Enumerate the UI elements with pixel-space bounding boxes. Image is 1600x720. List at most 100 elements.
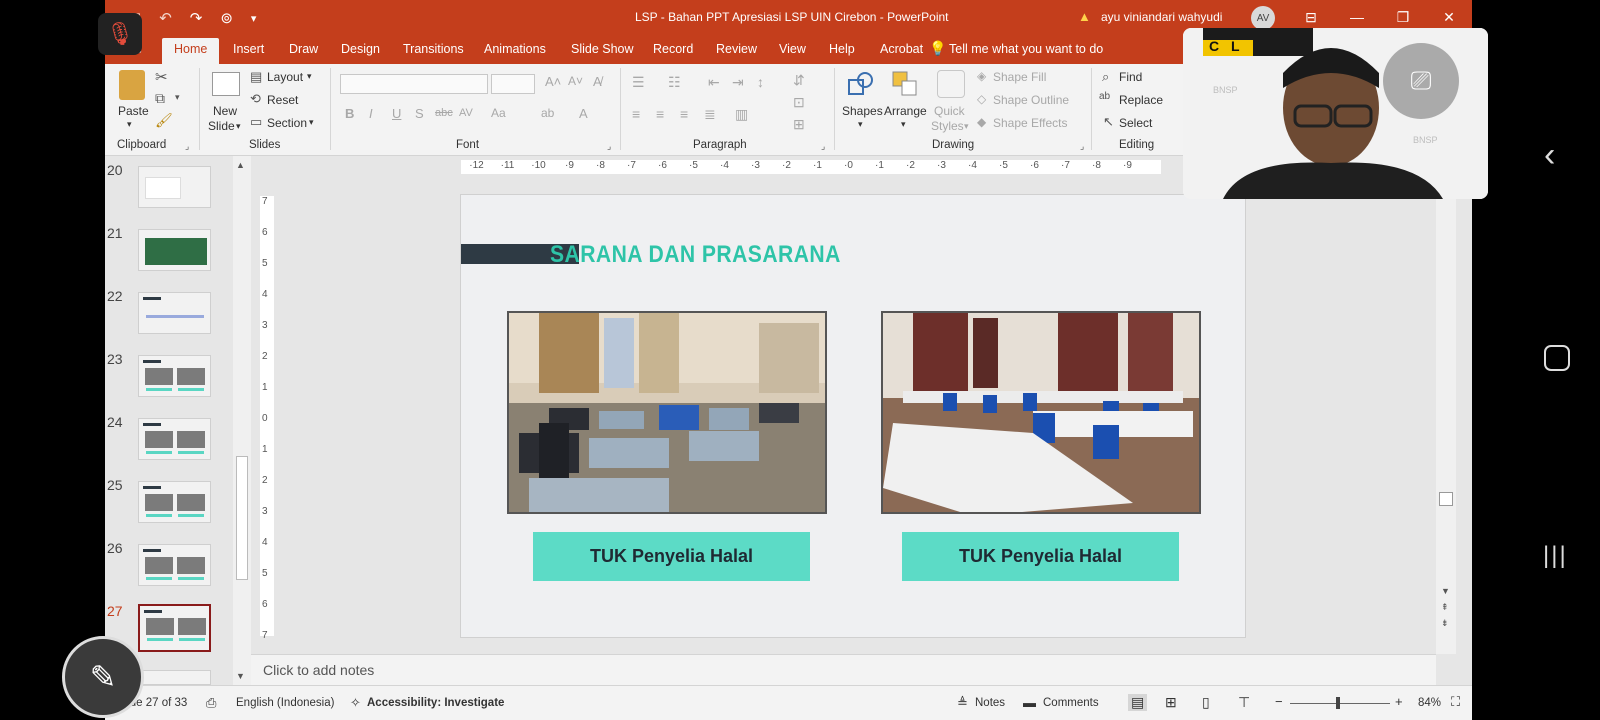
tab-transitions[interactable]: Transitions — [403, 42, 464, 56]
copy-icon[interactable]: ⧉ — [155, 90, 165, 107]
layout-dropdown-icon[interactable]: ▾ — [307, 71, 312, 82]
tab-home[interactable]: Home — [162, 38, 220, 64]
arrange-icon[interactable] — [891, 70, 919, 98]
section-icon[interactable]: ▭ — [250, 114, 262, 130]
tab-acrobat[interactable]: Acrobat — [880, 42, 923, 56]
normal-view-icon[interactable]: ▤ — [1128, 694, 1148, 711]
fit-to-window-icon[interactable]: ⛶ — [1451, 694, 1460, 710]
tab-help[interactable]: Help — [829, 42, 855, 56]
paste-button[interactable]: Paste — [118, 104, 149, 118]
notes-icon[interactable]: ≜ — [957, 695, 968, 711]
caption-left[interactable]: TUK Penyelia Halal — [533, 532, 810, 581]
classroom-photo-right[interactable] — [881, 311, 1201, 514]
notes-button[interactable]: Notes — [975, 697, 1005, 709]
align-right-icon[interactable]: ≡ — [680, 106, 688, 122]
tab-insert[interactable]: Insert — [233, 42, 264, 56]
shadow-icon[interactable]: S — [415, 106, 424, 121]
camera-effects-button[interactable]: ⎚ — [1383, 43, 1459, 119]
mic-muted-button[interactable]: 🎙 — [98, 13, 142, 55]
zoom-slider[interactable] — [1290, 703, 1390, 704]
home-icon[interactable] — [1544, 345, 1570, 371]
bullets-icon[interactable]: ☰ — [632, 74, 645, 91]
avatar[interactable]: AV — [1251, 6, 1275, 30]
slide-sorter-icon[interactable]: ⊞ — [1165, 694, 1177, 711]
slide-thumbnail-23[interactable] — [138, 355, 211, 397]
clear-formatting-icon[interactable]: A̸ — [593, 74, 602, 89]
shape-effects-icon[interactable]: ◆ — [977, 115, 986, 129]
text-direction-icon[interactable]: ⇵ — [793, 72, 805, 89]
shape-fill-button[interactable]: Shape Fill — [993, 70, 1046, 84]
font-color-icon[interactable]: A — [579, 106, 588, 121]
zoom-level[interactable]: 84% — [1418, 697, 1441, 709]
paste-icon[interactable] — [119, 70, 145, 100]
caption-right[interactable]: TUK Penyelia Halal — [902, 532, 1179, 581]
warning-icon[interactable]: ▲ — [1078, 9, 1091, 24]
font-size-box[interactable] — [491, 74, 535, 94]
pen-tool-button[interactable]: ✎ — [62, 636, 144, 718]
quick-styles-icon[interactable] — [937, 70, 965, 98]
replace-button[interactable]: Replace — [1119, 93, 1163, 107]
slide-thumbnail-24[interactable] — [138, 418, 211, 460]
align-center-icon[interactable]: ≡ — [656, 106, 664, 122]
slide-title[interactable]: SARANA DAN PRASARANA — [550, 241, 841, 269]
new-slide-button[interactable]: New — [213, 104, 237, 118]
current-slide[interactable]: SARANA DAN PRASARANA TUK Penyelia Halal … — [460, 194, 1246, 638]
accessibility-icon[interactable]: ✧ — [350, 695, 361, 711]
user-name[interactable]: ayu viniandari wahyudi — [1101, 10, 1222, 24]
back-icon[interactable]: ‹ — [1544, 136, 1555, 175]
numbering-icon[interactable]: ☷ — [668, 74, 681, 91]
zoom-slider-thumb[interactable] — [1336, 697, 1340, 709]
notes-pane[interactable]: Click to add notes — [251, 654, 1436, 685]
italic-icon[interactable]: I — [369, 106, 373, 121]
shape-fill-icon[interactable]: ◈ — [977, 69, 986, 83]
shape-outline-button[interactable]: Shape Outline — [993, 93, 1069, 107]
tab-record[interactable]: Record — [653, 42, 693, 56]
clipboard-launcher-icon[interactable]: ⌟ — [185, 141, 189, 152]
zoom-in-icon[interactable]: + — [1395, 694, 1403, 709]
decrease-font-icon[interactable]: A˅ — [568, 74, 583, 88]
redo-icon[interactable]: ↷ — [190, 9, 203, 27]
copy-dropdown-icon[interactable]: ▾ — [175, 92, 180, 103]
slideshow-view-icon[interactable]: ⊤ — [1238, 694, 1250, 711]
scrollbar-thumb[interactable] — [1439, 492, 1453, 506]
find-button[interactable]: Find — [1119, 70, 1142, 84]
section-button[interactable]: Section — [267, 116, 307, 130]
slide-thumbnail-27-selected[interactable] — [138, 604, 211, 652]
font-launcher-icon[interactable]: ⌟ — [607, 141, 611, 152]
slide-thumbnail-26[interactable] — [138, 544, 211, 586]
select-button[interactable]: Select — [1119, 116, 1152, 130]
accessibility-status[interactable]: Accessibility: Investigate — [367, 697, 504, 709]
decrease-indent-icon[interactable]: ⇤ — [708, 74, 720, 91]
scrollbar-thumb[interactable] — [236, 456, 248, 580]
zoom-out-icon[interactable]: − — [1275, 694, 1283, 709]
notes-placeholder[interactable]: Click to add notes — [263, 662, 374, 678]
spelling-icon[interactable]: ⎙ — [206, 695, 216, 711]
increase-font-icon[interactable]: A˄ — [545, 74, 561, 89]
find-icon[interactable]: ⌕ — [1102, 69, 1109, 85]
arrange-dropdown-icon[interactable]: ▾ — [901, 119, 906, 130]
section-dropdown-icon[interactable]: ▾ — [309, 117, 314, 128]
paste-dropdown-icon[interactable]: ▾ — [127, 119, 132, 130]
replace-icon[interactable]: ab — [1099, 91, 1110, 102]
shapes-icon[interactable] — [847, 70, 875, 98]
align-text-icon[interactable]: ⊡ — [793, 94, 805, 111]
scroll-up-icon[interactable]: ▲ — [236, 160, 245, 170]
next-slide-icon[interactable]: ⇟ — [1441, 618, 1449, 629]
new-slide-button-line2[interactable]: Slide — [208, 119, 235, 133]
smartart-icon[interactable]: ⊞ — [793, 116, 805, 133]
tab-draw[interactable]: Draw — [289, 42, 318, 56]
tell-me-search[interactable]: Tell me what you want to do — [949, 42, 1103, 56]
classroom-photo-left[interactable] — [507, 311, 827, 514]
arrange-button[interactable]: Arrange — [884, 104, 927, 118]
layout-button[interactable]: Layout — [267, 70, 303, 84]
shapes-button[interactable]: Shapes — [842, 104, 883, 118]
quick-styles-dropdown-icon[interactable]: ▾ — [964, 121, 969, 132]
tab-animations[interactable]: Animations — [484, 42, 546, 56]
drawing-launcher-icon[interactable]: ⌟ — [1080, 141, 1084, 152]
present-icon[interactable]: ⊚ — [220, 9, 233, 27]
slide-thumbnail-25[interactable] — [138, 481, 211, 523]
strikethrough-icon[interactable]: abc — [435, 107, 453, 119]
slide-thumbnail-22[interactable] — [138, 292, 211, 334]
new-slide-icon[interactable] — [212, 72, 240, 96]
slide-thumbnail-28[interactable] — [138, 670, 211, 685]
